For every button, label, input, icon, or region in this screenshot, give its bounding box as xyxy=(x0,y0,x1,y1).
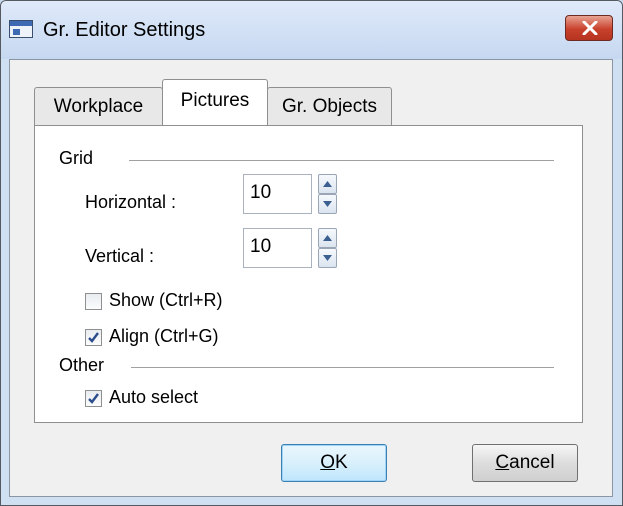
tab-gr-objects[interactable]: Gr. Objects xyxy=(267,87,392,125)
show-grid-label[interactable]: Show (Ctrl+R) xyxy=(109,290,223,311)
arrow-down-icon xyxy=(323,255,332,261)
vertical-spin-up[interactable] xyxy=(318,228,337,248)
title-bar[interactable]: Gr. Editor Settings xyxy=(1,1,622,59)
other-group-divider xyxy=(131,367,554,368)
auto-select-label[interactable]: Auto select xyxy=(109,387,198,408)
align-grid-label[interactable]: Align (Ctrl+G) xyxy=(109,326,219,347)
checkmark-icon xyxy=(88,393,99,404)
arrow-up-icon xyxy=(323,181,332,187)
ok-mnemonic: O xyxy=(320,452,336,473)
vertical-spin-down[interactable] xyxy=(318,248,337,268)
checkmark-icon xyxy=(88,332,99,343)
ok-label-rest: K xyxy=(335,452,348,473)
settings-dialog: Gr. Editor Settings Workplace Pictures G… xyxy=(0,0,623,506)
pictures-tab-panel: Grid Horizontal : 10 Vertical : 10 Show … xyxy=(34,125,583,423)
dialog-client-area: Workplace Pictures Gr. Objects Grid Hori… xyxy=(9,59,613,497)
window-app-icon xyxy=(9,20,33,38)
grid-group-label: Grid xyxy=(59,148,94,169)
horizontal-label: Horizontal : xyxy=(85,192,177,212)
show-grid-checkbox[interactable] xyxy=(85,293,102,310)
ok-button[interactable]: OK xyxy=(281,444,387,482)
auto-select-checkbox[interactable] xyxy=(85,390,102,407)
tab-pictures[interactable]: Pictures xyxy=(162,79,268,125)
close-button[interactable] xyxy=(565,15,613,41)
arrow-down-icon xyxy=(323,201,332,207)
horizontal-spin-down[interactable] xyxy=(318,194,337,214)
align-grid-checkbox[interactable] xyxy=(85,329,102,346)
vertical-label: Vertical : xyxy=(85,246,155,266)
window-title: Gr. Editor Settings xyxy=(43,19,206,41)
arrow-up-icon xyxy=(323,235,332,241)
tab-workplace[interactable]: Workplace xyxy=(34,87,163,125)
cancel-button[interactable]: Cancel xyxy=(472,444,578,482)
cancel-label-rest: ancel xyxy=(509,452,555,473)
vertical-input[interactable]: 10 xyxy=(243,228,312,268)
horizontal-input[interactable]: 10 xyxy=(243,174,312,214)
cancel-mnemonic: C xyxy=(495,452,510,473)
close-x-icon xyxy=(582,21,598,35)
other-group-label: Other xyxy=(59,355,105,376)
grid-group-divider xyxy=(129,160,554,161)
horizontal-spin-up[interactable] xyxy=(318,174,337,194)
